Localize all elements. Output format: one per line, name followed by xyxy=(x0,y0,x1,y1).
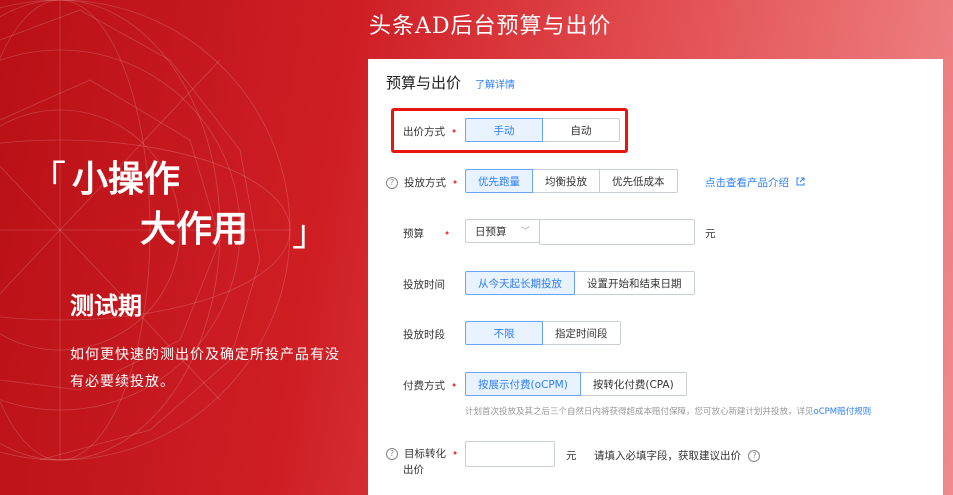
delivery-time-long-term[interactable]: 从今天起长期投放 xyxy=(465,271,575,295)
delivery-method-label: ? 投放方式 • xyxy=(386,175,458,190)
payment-toggle: 按展示付费(oCPM) 按转化付费(CPA) xyxy=(465,372,687,396)
payment-cpa[interactable]: 按转化付费(CPA) xyxy=(579,372,687,396)
page-title: 头条AD后台预算与出价 xyxy=(369,14,612,39)
required-marker: • xyxy=(452,448,459,460)
time-slot-specified[interactable]: 指定时间段 xyxy=(542,321,621,345)
product-intro-link[interactable]: 点击查看产品介绍 xyxy=(705,175,805,190)
suggested-bid-hint: 请填入必填字段，获取建议出价 ? xyxy=(594,448,761,463)
delivery-balanced[interactable]: 均衡投放 xyxy=(532,169,600,193)
delivery-time-toggle: 从今天起长期投放 设置开始和结束日期 xyxy=(465,271,695,295)
phase-description: 如何更快速的测出价及确定所投产品有没有必要续投放。 xyxy=(70,347,340,390)
time-slot-toggle: 不限 指定时间段 xyxy=(465,321,621,345)
slogan-close-bracket: 」 xyxy=(292,213,329,254)
help-icon[interactable]: ? xyxy=(748,450,761,462)
learn-more-link[interactable]: 了解详情 xyxy=(475,76,515,91)
target-bid-label: ? 目标转化 • 出价 xyxy=(386,446,458,478)
panel-title: 预算与出价 xyxy=(386,74,462,92)
budget-input[interactable] xyxy=(539,219,695,245)
slogan-open-bracket: 「 xyxy=(30,159,67,200)
payment-ocpm[interactable]: 按展示付费(oCPM) xyxy=(465,372,581,396)
delivery-method-toggle: 优先跑量 均衡投放 优先低成本 xyxy=(465,169,678,193)
slogan-line-2: 大作用 xyxy=(140,208,249,250)
delivery-low-cost[interactable]: 优先低成本 xyxy=(599,169,678,193)
required-marker: • xyxy=(452,177,459,189)
required-marker: • xyxy=(451,380,458,392)
delivery-time-date-range[interactable]: 设置开始和结束日期 xyxy=(574,271,695,295)
payment-label: 付费方式 • xyxy=(403,380,458,392)
budget-unit: 元 xyxy=(705,228,716,240)
bid-method-manual[interactable]: 手动 xyxy=(465,118,543,142)
delivery-time-label: 投放时间 xyxy=(403,279,445,291)
external-link-icon xyxy=(796,177,805,189)
target-bid-input[interactable] xyxy=(465,441,555,467)
budget-label: 预算 • xyxy=(403,228,451,240)
payment-note: 计划首次投放及其之后三个自然日内将获得超成本赔付保障，您可放心新建计划并投放，详… xyxy=(465,407,872,417)
ocpm-rules-link[interactable]: oCPM赔付规则 xyxy=(814,407,872,417)
chevron-down-icon: ﹀ xyxy=(520,227,530,237)
required-marker: • xyxy=(444,228,451,240)
budget-type-select[interactable]: 日预算 ﹀ xyxy=(465,219,540,243)
help-icon[interactable]: ? xyxy=(386,448,398,460)
delivery-priority-volume[interactable]: 优先跑量 xyxy=(465,169,533,193)
help-icon[interactable]: ? xyxy=(386,177,398,189)
target-bid-unit: 元 xyxy=(566,450,577,462)
phase-heading: 测试期 xyxy=(70,291,142,320)
time-slot-unlimited[interactable]: 不限 xyxy=(465,321,543,345)
time-slot-label: 投放时段 xyxy=(403,329,445,341)
slogan-line-1: 小操作 xyxy=(72,158,181,200)
